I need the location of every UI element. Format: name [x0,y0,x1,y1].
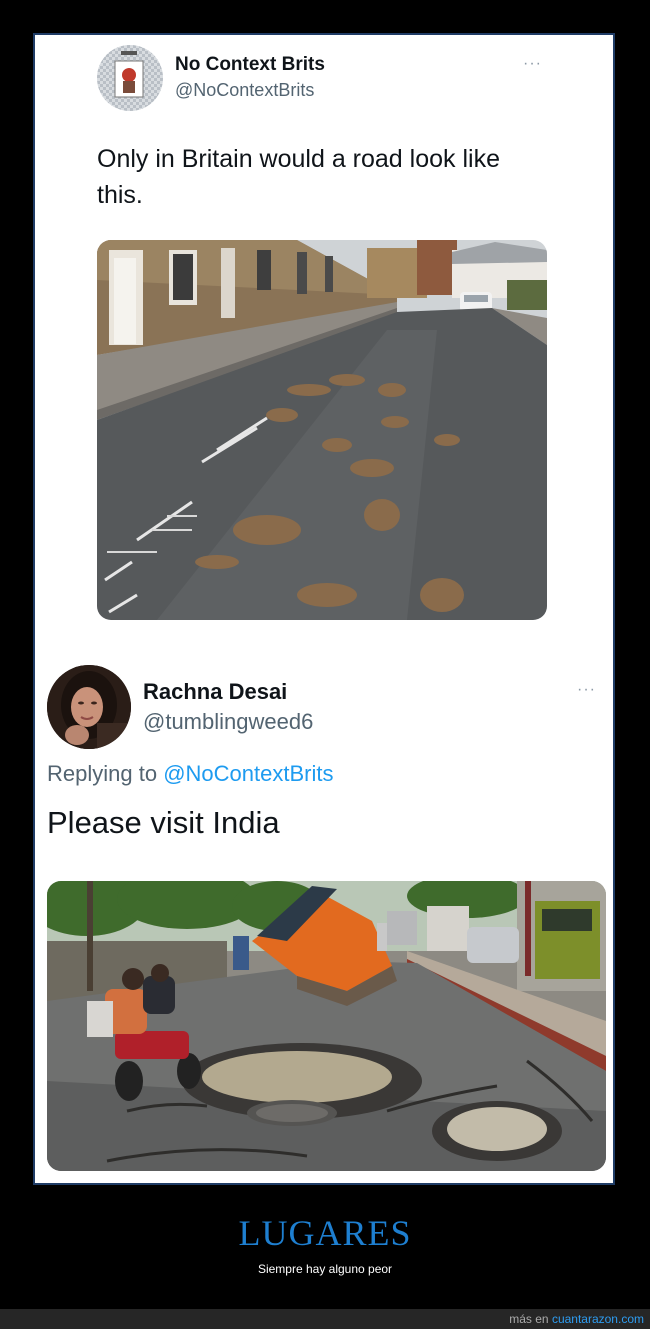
author-handle[interactable]: @NoContextBrits [175,80,314,101]
replying-to: Replying to @NoContextBrits [47,761,333,787]
replying-prefix: Replying to [47,761,164,786]
more-options-icon[interactable]: ··· [577,681,596,699]
tweet-image-british-road[interactable] [97,240,547,620]
credit-prefix: más en [509,1312,552,1326]
avatar[interactable] [97,45,163,111]
site-credit: más en cuantarazon.com [509,1312,644,1326]
avatar[interactable] [47,665,131,749]
author-name[interactable]: Rachna Desai [143,679,287,705]
more-options-icon[interactable]: ··· [523,55,542,73]
category-subtitle: Siempre hay alguno peor [257,1262,393,1276]
tweet-text-line-2: this. [97,181,143,209]
tweet-text: Please visit India [47,805,280,840]
replying-handle-link[interactable]: @NoContextBrits [163,761,333,786]
meme-card: No Context Brits @NoContextBrits ··· Onl… [33,33,615,1185]
tweet-image-indian-road[interactable] [47,881,606,1171]
author-handle[interactable]: @tumblingweed6 [143,709,313,735]
tweet-text: Only in Britain would a road look like t… [97,141,500,213]
tweet-text-line-1: Only in Britain would a road look like [97,145,500,173]
site-link[interactable]: cuantarazon.com [552,1312,644,1326]
author-name[interactable]: No Context Brits [175,54,325,76]
category-title[interactable]: LUGARES [0,1212,650,1254]
